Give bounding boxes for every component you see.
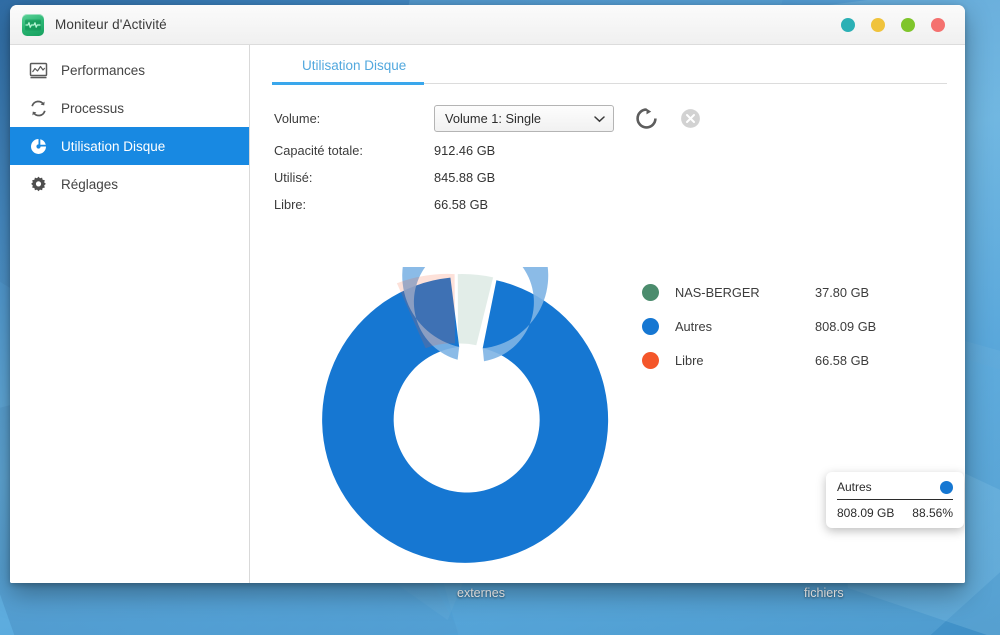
sidebar-item-label: Processus (61, 100, 125, 116)
desktop-icon-label-externes[interactable]: externes (457, 586, 505, 600)
tooltip-color-dot (940, 480, 953, 494)
activity-monitor-icon (22, 13, 44, 36)
window-control-teal[interactable] (841, 17, 855, 32)
application-window: Moniteur d'Activité Performances Process… (10, 5, 965, 583)
sidebar-item-processus[interactable]: Processus (10, 89, 249, 127)
stat-value: 66.58 GB (434, 197, 489, 212)
volume-select-value: Volume 1: Single (445, 110, 542, 126)
volume-label: Volume: (274, 110, 321, 126)
chart-area: NAS-BERGER 37.80 GB Autres 808.09 GB Lib… (250, 253, 965, 583)
desktop-background: externes fichiers Moniteur d'Activité Pe… (0, 0, 1000, 635)
legend-row-libre[interactable]: Libre 66.58 GB (642, 343, 942, 377)
window-controls (841, 5, 945, 44)
legend-label: NAS-BERGER (675, 284, 760, 300)
sidebar-item-label: Performances (61, 62, 146, 78)
chevron-down-icon (594, 111, 605, 126)
tab-active-indicator (272, 82, 424, 85)
legend-label: Autres (675, 318, 712, 334)
stat-row-capacite: Capacité totale: 912.46 GB (274, 137, 965, 164)
tooltip-size: 808.09 GB (837, 506, 895, 520)
stat-label: Capacité totale: (274, 143, 363, 158)
legend-color-dot (642, 351, 659, 369)
disk-usage-donut-chart[interactable] (314, 267, 614, 567)
tabbar-divider (424, 83, 947, 84)
window-body: Performances Processus Utilisation Disqu… (10, 45, 965, 583)
stat-row-libre: Libre: 66.58 GB (274, 191, 965, 218)
legend-row-autres[interactable]: Autres 808.09 GB (642, 309, 942, 343)
stat-value: 912.46 GB (434, 143, 496, 158)
stat-row-utilise: Utilisé: 845.88 GB (274, 164, 965, 191)
window-titlebar[interactable]: Moniteur d'Activité (10, 5, 965, 45)
refresh-button[interactable] (635, 107, 657, 129)
legend-row-nas-berger[interactable]: NAS-BERGER 37.80 GB (642, 275, 942, 309)
sidebar-item-label: Utilisation Disque (61, 138, 166, 154)
disk-info-panel: Volume: Volume 1: Single Capacité totale… (274, 99, 965, 218)
window-control-red[interactable] (931, 17, 945, 32)
tooltip-percent: 88.56% (912, 506, 953, 520)
stat-label: Libre: (274, 197, 307, 212)
legend-value: 808.09 GB (815, 318, 877, 334)
window-control-green[interactable] (901, 17, 915, 32)
legend-value: 66.58 GB (815, 352, 870, 368)
tooltip-title: Autres (837, 480, 872, 494)
chart-legend: NAS-BERGER 37.80 GB Autres 808.09 GB Lib… (642, 275, 942, 377)
performance-graph-icon (28, 60, 48, 80)
pie-chart-icon (28, 136, 48, 156)
stop-button (679, 107, 701, 129)
stat-value: 845.88 GB (434, 170, 496, 185)
sidebar-item-reglages[interactable]: Réglages (10, 165, 249, 203)
tab-utilisation-disque[interactable]: Utilisation Disque (272, 58, 436, 82)
legend-color-dot (642, 317, 659, 335)
sidebar-item-utilisation-disque[interactable]: Utilisation Disque (10, 127, 249, 165)
sidebar-item-label: Réglages (61, 176, 119, 192)
tooltip-body: 808.09 GB 88.56% (837, 500, 953, 520)
window-control-yellow[interactable] (871, 17, 885, 32)
desktop-icon-label-fichiers[interactable]: fichiers (804, 586, 844, 600)
gear-icon (28, 174, 48, 194)
content-panel: Utilisation Disque Volume: Volume 1: Sin… (250, 45, 965, 583)
stat-label: Utilisé: (274, 170, 313, 185)
sidebar-item-performances[interactable]: Performances (10, 51, 249, 89)
sync-arrows-icon (28, 98, 48, 118)
volume-select[interactable]: Volume 1: Single (434, 104, 614, 132)
legend-label: Libre (675, 352, 704, 368)
tabbar: Utilisation Disque (272, 45, 947, 85)
sidebar: Performances Processus Utilisation Disqu… (10, 45, 250, 583)
legend-color-dot (642, 283, 659, 301)
window-title: Moniteur d'Activité (55, 17, 167, 32)
tooltip-header: Autres (837, 480, 953, 499)
volume-row: Volume: Volume 1: Single (274, 99, 965, 137)
chart-tooltip: Autres 808.09 GB 88.56% (826, 472, 964, 528)
legend-value: 37.80 GB (815, 284, 870, 300)
